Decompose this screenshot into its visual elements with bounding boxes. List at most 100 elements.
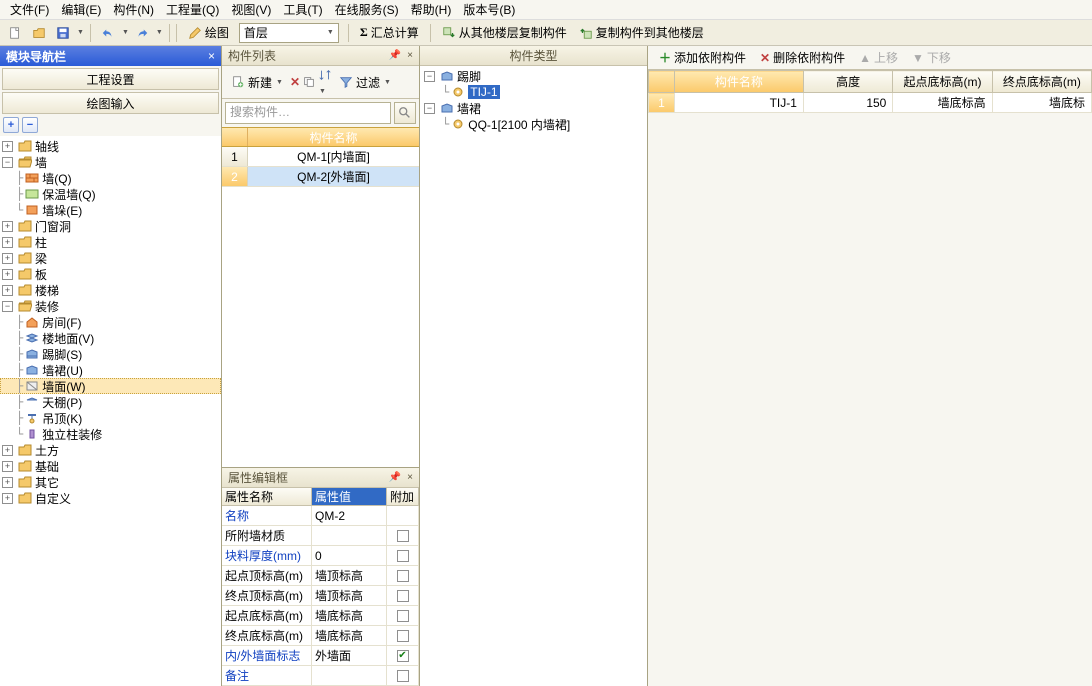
checkbox[interactable]: [397, 670, 409, 682]
checkbox[interactable]: [397, 550, 409, 562]
checkbox[interactable]: [397, 610, 409, 622]
type-tree[interactable]: −踢脚 └TIJ-1 −墙裙 └QQ-1[2100 内墙裙]: [420, 66, 647, 686]
property-row[interactable]: 起点顶标高(m)墙顶标高: [222, 566, 419, 586]
menu-view[interactable]: 视图(V): [225, 1, 277, 18]
redo-button[interactable]: [131, 22, 153, 44]
property-add-cell[interactable]: [387, 666, 419, 685]
type-node-wainscot-item[interactable]: └QQ-1[2100 内墙裙]: [422, 116, 645, 132]
draw-input-button[interactable]: 绘图输入: [2, 92, 219, 114]
property-add-cell[interactable]: [387, 506, 419, 525]
layer-select[interactable]: 首层 ▼: [239, 23, 339, 43]
menu-tools[interactable]: 工具(T): [277, 1, 328, 18]
property-row[interactable]: 起点底标高(m)墙底标高: [222, 606, 419, 626]
checkbox[interactable]: [397, 570, 409, 582]
sort-button[interactable]: ▼: [318, 68, 332, 96]
tree-node-wall-insul[interactable]: ├保温墙(Q): [0, 186, 221, 202]
property-add-cell[interactable]: [387, 546, 419, 565]
new-component-button[interactable]: 新建▼: [226, 72, 288, 92]
close-icon[interactable]: ×: [407, 50, 413, 61]
property-add-cell[interactable]: [387, 566, 419, 585]
col-end-header[interactable]: 终点底标高(m): [992, 71, 1091, 93]
menu-quantity[interactable]: 工程量(Q): [160, 1, 225, 18]
property-value[interactable]: 墙顶标高: [312, 586, 387, 605]
undo-button[interactable]: [97, 22, 119, 44]
copy-to-floor-button[interactable]: 复制构件到其他楼层: [574, 22, 709, 44]
tree-node-wallface[interactable]: ├墙面(W): [0, 378, 221, 394]
property-value[interactable]: 墙顶标高: [312, 566, 387, 585]
property-add-cell[interactable]: ✔: [387, 646, 419, 665]
expand-all-button[interactable]: +: [3, 117, 19, 133]
tree-node-wall-block[interactable]: └墙垛(E): [0, 202, 221, 218]
property-row[interactable]: 块料厚度(mm)0: [222, 546, 419, 566]
tree-node-slab[interactable]: +板: [0, 266, 221, 282]
property-add-cell[interactable]: [387, 606, 419, 625]
property-add-cell[interactable]: [387, 526, 419, 545]
menu-help[interactable]: 帮助(H): [405, 1, 458, 18]
property-add-cell[interactable]: [387, 586, 419, 605]
component-grid-body[interactable]: 1 QM-1[内墙面] 2 QM-2[外墙面]: [222, 147, 419, 467]
pin-icon[interactable]: 📌: [389, 472, 401, 483]
draw-button[interactable]: 绘图: [183, 22, 234, 44]
property-row[interactable]: 终点顶标高(m)墙顶标高: [222, 586, 419, 606]
tree-node-decor[interactable]: −装修: [0, 298, 221, 314]
property-add-cell[interactable]: [387, 626, 419, 645]
tree-node-other[interactable]: +其它: [0, 474, 221, 490]
property-row[interactable]: 名称QM-2: [222, 506, 419, 526]
tree-node-suspend[interactable]: ├吊顶(K): [0, 410, 221, 426]
sum-calc-button[interactable]: Σ 汇总计算: [355, 22, 424, 44]
type-node-skirting[interactable]: −踢脚: [422, 68, 645, 84]
tree-node-earth[interactable]: +土方: [0, 442, 221, 458]
nav-tree[interactable]: +轴线 −墙 ├墙(Q) ├保温墙(Q) └墙垛(E) +门窗洞 +柱 +梁 +…: [0, 136, 221, 686]
pin-icon[interactable]: 📌: [389, 50, 401, 61]
tree-node-wall-q[interactable]: ├墙(Q): [0, 170, 221, 186]
menu-version[interactable]: 版本号(B): [457, 1, 521, 18]
property-value[interactable]: 墙底标高: [312, 606, 387, 625]
tree-node-wall[interactable]: −墙: [0, 154, 221, 170]
copy-component-button[interactable]: [302, 75, 316, 89]
attached-table[interactable]: 构件名称 高度 起点底标高(m) 终点底标高(m) 1 TIJ-1 150 墙底…: [648, 70, 1092, 113]
tree-node-skirting[interactable]: ├踢脚(S): [0, 346, 221, 362]
menu-component[interactable]: 构件(N): [107, 1, 160, 18]
tree-node-stair[interactable]: +楼梯: [0, 282, 221, 298]
tree-node-ceiling[interactable]: ├天棚(P): [0, 394, 221, 410]
close-nav-icon[interactable]: ×: [208, 49, 215, 63]
menu-edit[interactable]: 编辑(E): [55, 1, 107, 18]
type-node-skirting-item[interactable]: └TIJ-1: [422, 84, 645, 100]
property-value[interactable]: 0: [312, 546, 387, 565]
tree-node-wainscot[interactable]: ├墙裙(U): [0, 362, 221, 378]
component-row[interactable]: 2 QM-2[外墙面]: [222, 167, 419, 187]
property-value[interactable]: QM-2: [312, 506, 387, 525]
tree-node-room[interactable]: ├房间(F): [0, 314, 221, 330]
menu-online[interactable]: 在线服务(S): [329, 1, 405, 18]
checkbox[interactable]: [397, 530, 409, 542]
property-row[interactable]: 所附墙材质: [222, 526, 419, 546]
tree-node-axis[interactable]: +轴线: [0, 138, 221, 154]
copy-from-floor-button[interactable]: 从其他楼层复制构件: [437, 22, 572, 44]
tree-node-floor[interactable]: ├楼地面(V): [0, 330, 221, 346]
checkbox[interactable]: [397, 590, 409, 602]
add-attached-button[interactable]: ＋ 添加依附构件: [654, 47, 751, 69]
checkbox[interactable]: [397, 630, 409, 642]
property-value[interactable]: [312, 666, 387, 685]
collapse-all-button[interactable]: −: [22, 117, 38, 133]
tree-node-col-decor[interactable]: └独立柱装修: [0, 426, 221, 442]
filter-button[interactable]: 过滤▼: [334, 72, 396, 92]
save-button[interactable]: [52, 22, 74, 44]
component-row[interactable]: 1 QM-1[内墙面]: [222, 147, 419, 167]
col-start-header[interactable]: 起点底标高(m): [893, 71, 992, 93]
property-value[interactable]: 外墙面: [312, 646, 387, 665]
col-height-header[interactable]: 高度: [803, 71, 892, 93]
delete-component-button[interactable]: ✕: [290, 75, 300, 89]
property-row[interactable]: 备注: [222, 666, 419, 686]
tree-node-foundation[interactable]: +基础: [0, 458, 221, 474]
col-name-header[interactable]: 构件名称: [674, 71, 803, 93]
property-value[interactable]: [312, 526, 387, 545]
property-value[interactable]: 墙底标高: [312, 626, 387, 645]
tree-node-custom[interactable]: +自定义: [0, 490, 221, 506]
move-up-button[interactable]: ▲ 上移: [854, 47, 903, 69]
close-icon[interactable]: ×: [407, 472, 413, 483]
property-row[interactable]: 终点底标高(m)墙底标高: [222, 626, 419, 646]
table-row[interactable]: 1 TIJ-1 150 墙底标高 墙底标: [649, 93, 1092, 113]
search-button[interactable]: [394, 102, 416, 124]
menu-file[interactable]: 文件(F): [4, 1, 55, 18]
